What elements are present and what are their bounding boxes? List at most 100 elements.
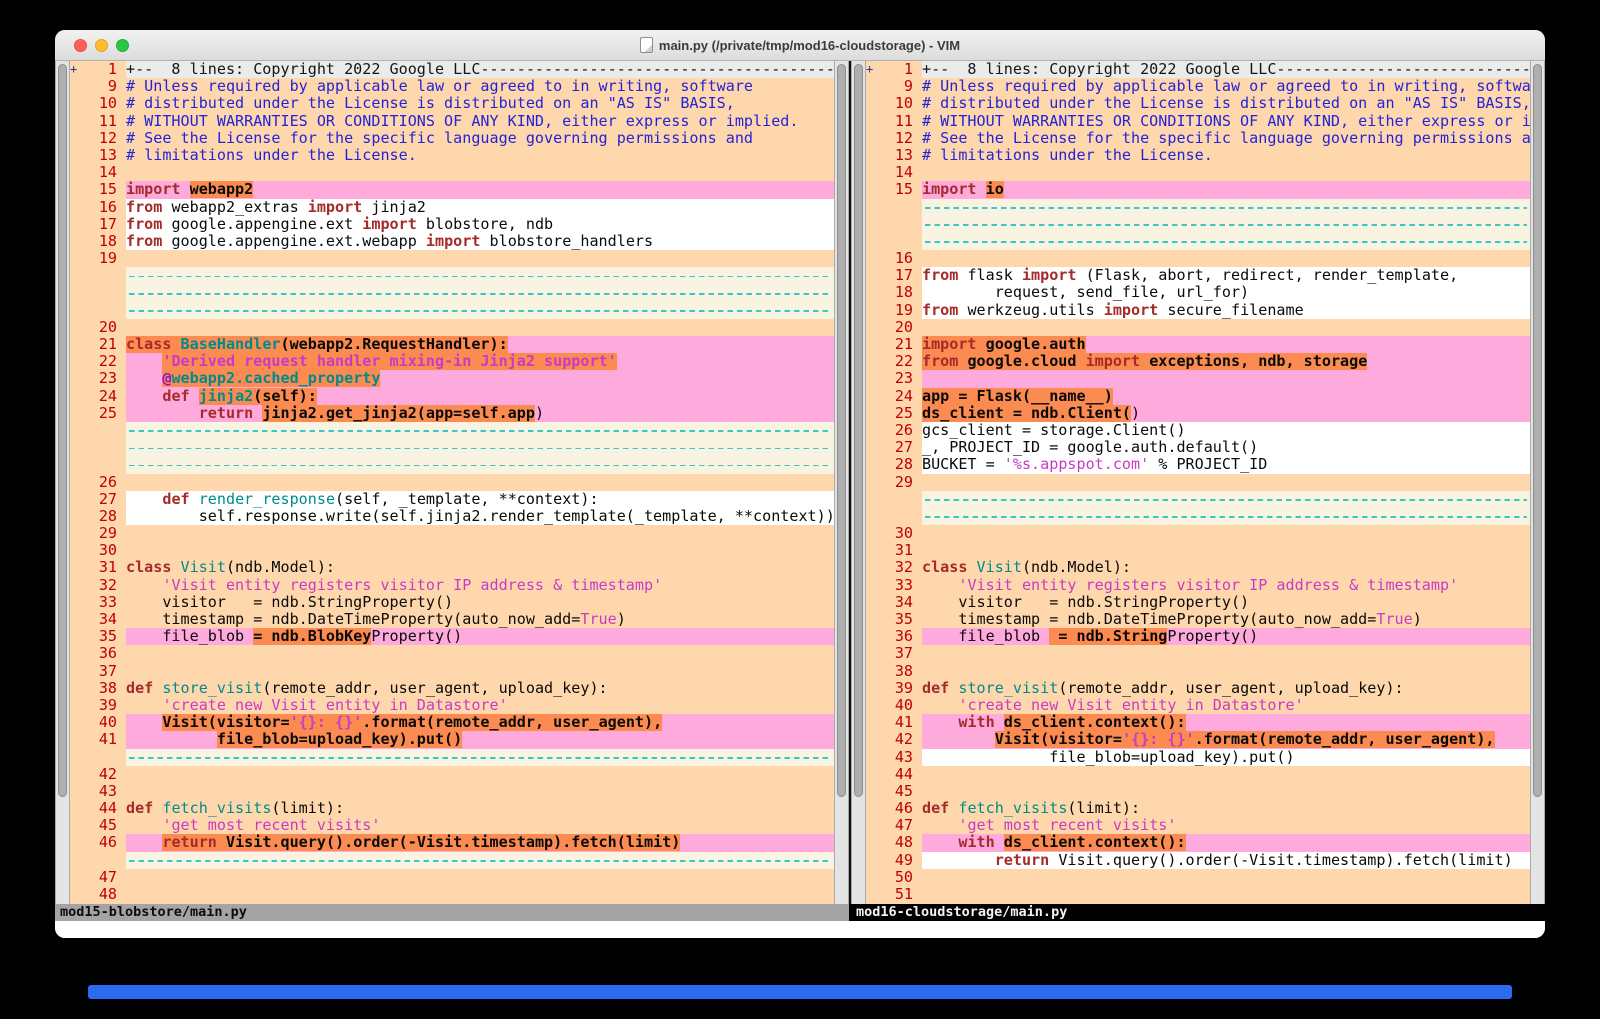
line-number: 11 <box>878 113 922 130</box>
code-text <box>922 886 1530 903</box>
minimize-button[interactable] <box>95 39 108 52</box>
code-text <box>126 164 834 181</box>
fold-column <box>866 147 878 164</box>
code-text: from webapp2_extras import jinja2 <box>126 199 834 216</box>
code-text: class BaseHandler(webapp2.RequestHandler… <box>126 336 834 353</box>
diff-filler-row <box>70 852 834 869</box>
fold-column <box>866 783 878 800</box>
line-number: 23 <box>82 370 126 387</box>
fold-expand-icon[interactable]: + <box>70 61 82 78</box>
editor-pane-right[interactable]: +1+-- 8 lines: Copyright 2022 Google LLC… <box>866 61 1530 904</box>
code-line: 46def fetch_visits(limit): <box>866 800 1530 817</box>
fold-column <box>70 559 82 576</box>
code-text: class Visit(ndb.Model): <box>922 559 1530 576</box>
diff-filler-row <box>70 284 834 301</box>
code-text: 'Visit entity registers visitor IP addre… <box>922 577 1530 594</box>
close-button[interactable] <box>74 39 87 52</box>
fold-column <box>70 319 82 336</box>
code-line: 12# See the License for the specific lan… <box>866 130 1530 147</box>
code-text <box>126 439 834 456</box>
editor-pane-left[interactable]: +1+-- 8 lines: Copyright 2022 Google LLC… <box>70 61 834 904</box>
diff-filler-row <box>70 267 834 284</box>
status-row: mod15-blobstore/main.py mod16-cloudstora… <box>55 904 1545 921</box>
line-number <box>82 852 126 869</box>
code-text: # Unless required by applicable law or a… <box>126 78 834 95</box>
code-text: _, PROJECT_ID = google.auth.default() <box>922 439 1530 456</box>
code-text <box>126 422 834 439</box>
code-line: 27_, PROJECT_ID = google.auth.default() <box>866 439 1530 456</box>
code-line: 36 <box>70 645 834 662</box>
code-text <box>922 783 1530 800</box>
fold-column <box>70 697 82 714</box>
line-number: 10 <box>82 95 126 112</box>
line-number: 24 <box>878 388 922 405</box>
code-text: def render_response(self, _template, **c… <box>126 491 834 508</box>
code-line: 30 <box>70 542 834 559</box>
code-line: 32 'Visit entity registers visitor IP ad… <box>70 577 834 594</box>
fold-column <box>866 353 878 370</box>
code-line: 11# WITHOUT WARRANTIES OR CONDITIONS OF … <box>866 113 1530 130</box>
scrollbar-thumb[interactable] <box>58 64 67 797</box>
code-text <box>126 766 834 783</box>
fold-column <box>866 181 878 198</box>
vimdiff-area: +1+-- 8 lines: Copyright 2022 Google LLC… <box>55 61 1545 904</box>
code-line: 22from google.cloud import exceptions, n… <box>866 353 1530 370</box>
line-number: 12 <box>82 130 126 147</box>
code-line: 39def store_visit(remote_addr, user_agen… <box>866 680 1530 697</box>
line-number: 29 <box>878 474 922 491</box>
line-number: 19 <box>82 250 126 267</box>
code-text <box>126 645 834 662</box>
fold-expand-icon[interactable]: + <box>866 61 878 78</box>
code-line: 47 <box>70 869 834 886</box>
line-number: 12 <box>878 130 922 147</box>
scrollbar-right-pane-right[interactable] <box>1530 61 1545 904</box>
fold-column <box>70 800 82 817</box>
code-line: 13# limitations under the License. <box>70 147 834 164</box>
line-number <box>878 233 922 250</box>
code-line: 32class Visit(ndb.Model): <box>866 559 1530 576</box>
line-number: 28 <box>878 456 922 473</box>
code-text: 'Derived request handler mixing-in Jinja… <box>126 353 834 370</box>
code-text: from google.appengine.ext.webapp import … <box>126 233 834 250</box>
desktop: { "window": { "title": "main.py (/privat… <box>0 0 1600 1019</box>
code-line: 16from webapp2_extras import jinja2 <box>70 199 834 216</box>
code-line: 24 def jinja2(self): <box>70 388 834 405</box>
code-line: 11# WITHOUT WARRANTIES OR CONDITIONS OF … <box>70 113 834 130</box>
code-line: 19 <box>70 250 834 267</box>
scrollbar-thumb[interactable] <box>854 64 863 797</box>
fold-column <box>70 216 82 233</box>
fold-column <box>70 886 82 903</box>
code-line: 20 <box>866 319 1530 336</box>
code-text: with ds_client.context(): <box>922 834 1530 851</box>
fold-column <box>866 886 878 903</box>
scrollbar-right-pane-left[interactable] <box>851 61 866 904</box>
code-text: self.response.write(self.jinja2.render_t… <box>126 508 834 525</box>
fold-column <box>70 508 82 525</box>
line-number: 44 <box>878 766 922 783</box>
fold-column <box>866 130 878 147</box>
line-number: 33 <box>82 594 126 611</box>
scrollbar-left-pane-left[interactable] <box>55 61 70 904</box>
fold-column <box>866 869 878 886</box>
code-line: 28BUCKET = '%s.appspot.com' % PROJECT_ID <box>866 456 1530 473</box>
command-line[interactable] <box>55 921 1545 938</box>
fold-column <box>70 370 82 387</box>
code-text: timestamp = ndb.DateTimeProperty(auto_no… <box>126 611 834 628</box>
fold-column <box>866 852 878 869</box>
code-line: 16 <box>866 250 1530 267</box>
line-number: 20 <box>878 319 922 336</box>
zoom-button[interactable] <box>116 39 129 52</box>
code-line: 45 'get most recent visits' <box>70 817 834 834</box>
code-text <box>126 869 834 886</box>
scrollbar-left-pane-right[interactable] <box>834 61 849 904</box>
code-line: 14 <box>70 164 834 181</box>
scrollbar-thumb[interactable] <box>1533 64 1542 797</box>
code-text: timestamp = ndb.DateTimeProperty(auto_no… <box>922 611 1530 628</box>
scrollbar-thumb[interactable] <box>837 64 846 797</box>
code-line: 41 with ds_client.context(): <box>866 714 1530 731</box>
code-line: 37 <box>866 645 1530 662</box>
fold-column <box>70 388 82 405</box>
line-number: 1 <box>878 61 922 78</box>
titlebar[interactable]: main.py (/private/tmp/mod16-cloudstorage… <box>55 30 1545 61</box>
fold-column <box>70 834 82 851</box>
